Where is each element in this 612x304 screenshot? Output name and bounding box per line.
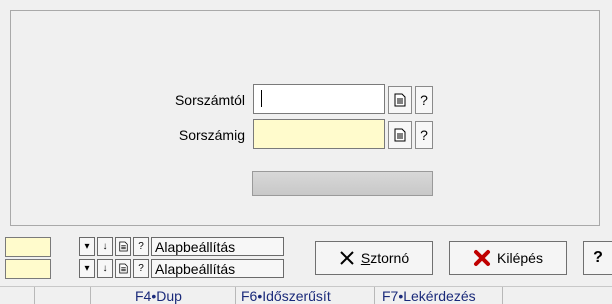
- to-help-button[interactable]: ?: [415, 121, 433, 149]
- arrow-down-icon: ↓: [102, 241, 108, 252]
- help-icon: ?: [593, 249, 603, 266]
- help-icon: ?: [138, 241, 144, 252]
- preset-label-2[interactable]: Alapbeállítás: [151, 259, 284, 278]
- red-x-icon: [473, 249, 491, 267]
- cancel-button-label: Sztornó: [361, 250, 409, 266]
- status-bar: F4•Dup F6•Időszerűsít F7•Lekérdezés: [0, 286, 612, 304]
- from-help-button[interactable]: ?: [415, 86, 433, 114]
- to-lookup-button[interactable]: [388, 121, 412, 149]
- status-item-query[interactable]: F7•Lekérdezés: [382, 288, 476, 304]
- preset-label-1[interactable]: Alapbeállítás: [151, 237, 284, 256]
- help-icon: ?: [420, 127, 428, 143]
- to-number-input[interactable]: [253, 119, 385, 149]
- preset-arrow-button-2[interactable]: ↓: [97, 259, 113, 278]
- help-icon: ?: [138, 263, 144, 274]
- to-number-label: Sorszámig: [178, 127, 245, 143]
- status-separator: [34, 287, 35, 304]
- chevron-down-icon: ▾: [84, 263, 90, 274]
- status-item-dup[interactable]: F4•Dup: [135, 288, 182, 304]
- status-separator: [90, 287, 91, 304]
- cancel-button[interactable]: Sztornó: [315, 241, 433, 275]
- text-caret: [261, 90, 262, 107]
- preset-doc-button-2[interactable]: [115, 259, 131, 278]
- cancel-label-rest: ztornó: [370, 250, 410, 266]
- status-separator: [502, 287, 503, 304]
- preset-arrow-button-1[interactable]: ↓: [97, 237, 113, 256]
- document-icon: [394, 128, 406, 142]
- document-icon: [118, 263, 128, 274]
- chevron-down-icon: ▾: [84, 241, 90, 252]
- preset-input-2[interactable]: [5, 259, 51, 279]
- progress-bar: [252, 171, 433, 196]
- from-lookup-button[interactable]: [388, 86, 412, 114]
- arrow-down-icon: ↓: [102, 263, 108, 274]
- x-icon: [339, 250, 355, 266]
- cancel-mnemonic: S: [360, 250, 371, 266]
- status-separator: [374, 287, 375, 304]
- exit-button-label: Kilépés: [497, 250, 543, 266]
- preset-dropdown-button-2[interactable]: ▾: [79, 259, 95, 278]
- exit-button[interactable]: Kilépés: [449, 241, 567, 275]
- help-button[interactable]: ?: [583, 241, 612, 275]
- preset-help-button-1[interactable]: ?: [133, 237, 149, 256]
- document-icon: [394, 93, 406, 107]
- preset-input-1[interactable]: [5, 237, 51, 257]
- from-number-label: Sorszámtól: [174, 92, 245, 108]
- from-number-input[interactable]: [253, 84, 385, 114]
- status-separator: [235, 287, 236, 304]
- document-icon: [118, 241, 128, 252]
- status-item-refresh[interactable]: F6•Időszerűsít: [241, 288, 331, 304]
- preset-help-button-2[interactable]: ?: [133, 259, 149, 278]
- help-icon: ?: [420, 92, 428, 108]
- preset-dropdown-button-1[interactable]: ▾: [79, 237, 95, 256]
- preset-doc-button-1[interactable]: [115, 237, 131, 256]
